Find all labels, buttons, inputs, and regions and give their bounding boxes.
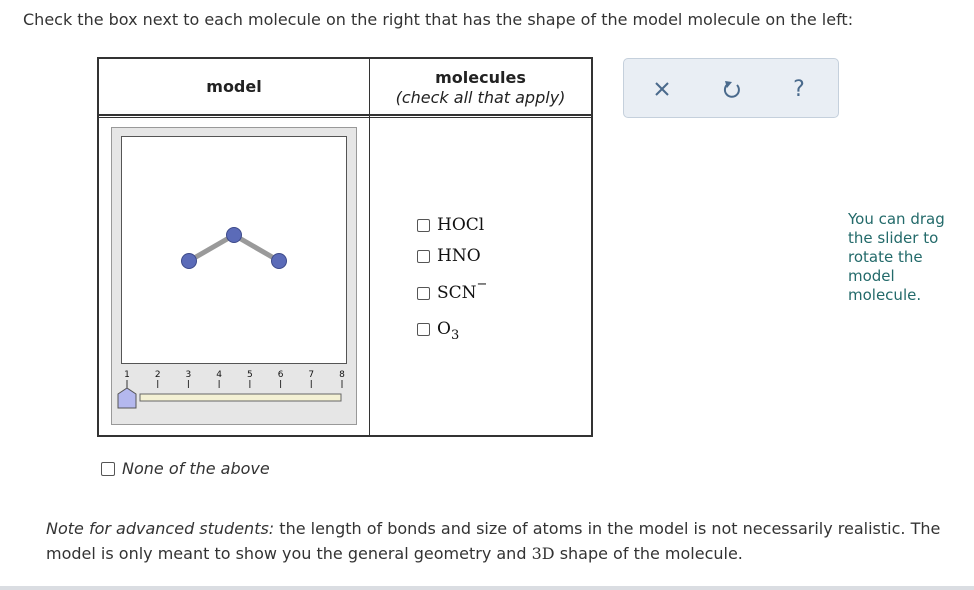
slider-tick-label: 5 (247, 370, 253, 380)
slider-tick-label: 7 (308, 370, 314, 380)
close-icon (655, 82, 669, 96)
bottom-divider (0, 586, 974, 590)
header-divider-inner (99, 117, 591, 118)
slider-tick-label: 6 (278, 370, 284, 380)
choice-label: O (437, 319, 451, 339)
molecule-canvas[interactable] (121, 136, 347, 364)
atom-center (226, 227, 242, 243)
checkbox[interactable] (101, 461, 115, 476)
slider-thumb[interactable] (117, 387, 137, 409)
checkbox[interactable] (417, 322, 430, 336)
column-divider (369, 59, 370, 435)
slider-tick-label: 1 (124, 370, 130, 380)
question-prompt: Check the box next to each molecule on t… (23, 10, 854, 29)
advanced-note: Note for advanced students: the length o… (46, 516, 946, 566)
choice-subscript: 3 (450, 327, 460, 343)
slider-tick-label: 3 (186, 370, 192, 380)
choice-label: HOCl (437, 215, 485, 235)
choice-hno[interactable]: HNO (417, 246, 481, 266)
slider-tick-label: 2 (155, 370, 161, 380)
checkbox[interactable] (417, 286, 430, 300)
molecules-header: molecules (435, 68, 526, 87)
help-icon: ? (793, 76, 805, 102)
choice-label: HNO (437, 246, 481, 266)
slider-graphic: 1 2 3 4 5 6 7 8 (117, 370, 345, 409)
checkbox[interactable] (417, 249, 430, 263)
none-of-the-above-option[interactable]: None of the above (101, 459, 270, 478)
clear-button[interactable] (642, 59, 682, 119)
choice-charge: − (476, 276, 488, 292)
choice-label: SCN (437, 283, 477, 303)
slider-tick-label: 8 (339, 370, 345, 380)
model-header: model (206, 77, 262, 96)
note-lead: Note for advanced students: (46, 519, 275, 538)
header-divider (99, 114, 591, 116)
rotation-slider[interactable]: 1 2 3 4 5 6 7 8 (112, 368, 356, 424)
choice-hocl[interactable]: HOCl (417, 215, 484, 235)
molecule-model (181, 227, 287, 269)
rotation-hint: You can drag the slider to rotate the mo… (848, 210, 945, 304)
checkbox[interactable] (417, 218, 430, 232)
atom-left (181, 253, 197, 269)
note-3d: 3D (531, 544, 555, 563)
none-of-the-above-label: None of the above (122, 459, 270, 478)
choice-o3[interactable]: O3 (417, 319, 459, 343)
help-button[interactable]: ? (779, 59, 819, 119)
answer-toolbar: ? (623, 58, 839, 118)
model-viewer: 1 2 3 4 5 6 7 8 (111, 127, 357, 425)
answer-table: model molecules (check all that apply) 1… (97, 57, 593, 437)
undo-button[interactable] (712, 59, 752, 119)
slider-track (139, 393, 342, 402)
atom-right (271, 253, 287, 269)
note-text-2: shape of the molecule. (559, 544, 743, 563)
undo-icon (723, 81, 740, 98)
molecules-subheader: (check all that apply) (395, 88, 566, 107)
choice-scn[interactable]: SCN − (417, 277, 487, 303)
slider-tick-label: 4 (216, 370, 222, 380)
